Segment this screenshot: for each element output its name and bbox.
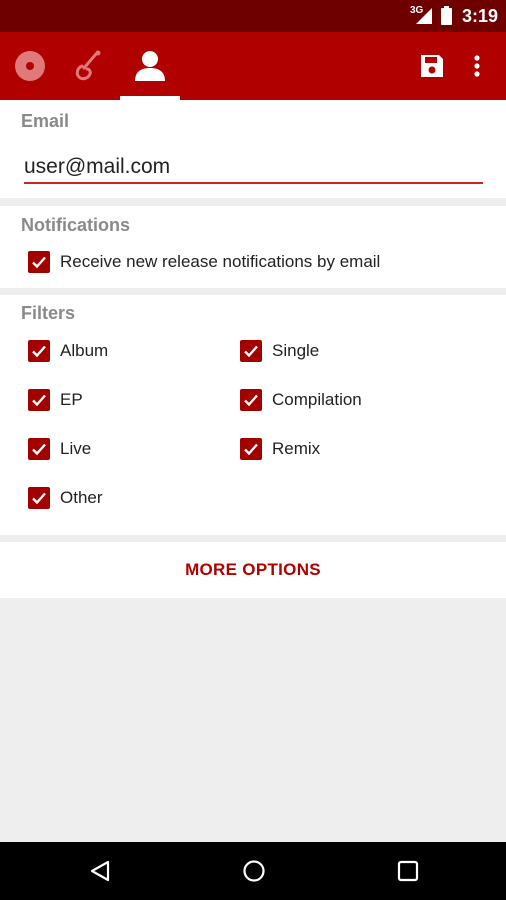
filter-live-checkbox[interactable]	[28, 438, 50, 460]
filter-ep[interactable]: EP	[28, 388, 83, 412]
checkmark-icon	[32, 256, 46, 269]
filter-remix-label: Remix	[272, 439, 321, 458]
filters-section-label: Filters	[21, 303, 76, 323]
filter-album-checkbox[interactable]	[28, 340, 50, 362]
disc-icon	[15, 51, 45, 81]
filters-card: Filters Album Single EP Compilation Live	[0, 295, 506, 535]
filter-other-checkbox[interactable]	[28, 487, 50, 509]
checkmark-icon	[244, 345, 258, 358]
battery-icon	[441, 6, 452, 25]
status-bar: 3G 3:19	[0, 0, 506, 32]
save-button[interactable]	[416, 50, 448, 82]
filter-other-label: Other	[60, 488, 103, 507]
notifications-section-label: Notifications	[21, 215, 131, 235]
person-icon	[135, 51, 165, 81]
filter-compilation-label: Compilation	[272, 390, 362, 409]
status-time: 3:19	[462, 6, 499, 26]
release-notifications-label: Receive new release notifications by ema…	[60, 252, 381, 271]
filter-single[interactable]: Single	[240, 339, 319, 363]
filter-album-label: Album	[60, 341, 109, 360]
tab-releases[interactable]	[0, 32, 60, 100]
tab-artists[interactable]	[58, 32, 118, 100]
checkmark-icon	[32, 345, 46, 358]
email-field[interactable]	[24, 152, 483, 184]
filter-remix[interactable]: Remix	[240, 437, 320, 461]
home-button[interactable]	[240, 857, 268, 885]
email-card: Email	[0, 100, 506, 198]
filter-compilation[interactable]: Compilation	[240, 388, 362, 412]
filter-compilation-checkbox[interactable]	[240, 389, 262, 411]
filter-ep-checkbox[interactable]	[28, 389, 50, 411]
checkmark-icon	[32, 443, 46, 456]
save-icon	[421, 55, 443, 77]
recents-icon	[397, 860, 419, 882]
tab-account[interactable]	[120, 32, 180, 100]
navigation-bar	[0, 842, 506, 900]
home-icon	[243, 860, 265, 882]
release-notifications-option[interactable]: Receive new release notifications by ema…	[28, 250, 380, 274]
app-bar	[0, 32, 506, 100]
signal-icon	[416, 8, 432, 24]
filter-single-checkbox[interactable]	[240, 340, 262, 362]
filter-album[interactable]: Album	[28, 339, 108, 363]
back-button[interactable]	[86, 857, 114, 885]
overflow-menu-icon	[474, 55, 480, 77]
email-section-label: Email	[21, 111, 70, 131]
checkmark-icon	[244, 443, 258, 456]
guitar-icon	[75, 50, 101, 81]
filter-remix-checkbox[interactable]	[240, 438, 262, 460]
recents-button[interactable]	[394, 857, 422, 885]
filter-other[interactable]: Other	[28, 486, 103, 510]
filter-single-label: Single	[272, 341, 320, 360]
back-icon	[90, 860, 110, 882]
filter-live[interactable]: Live	[28, 437, 91, 461]
checkmark-icon	[32, 492, 46, 505]
notifications-card: Notifications Receive new release notifi…	[0, 206, 506, 288]
checkmark-icon	[244, 394, 258, 407]
filter-ep-label: EP	[60, 390, 83, 409]
release-notifications-checkbox[interactable]	[28, 251, 50, 273]
checkmark-icon	[32, 394, 46, 407]
more-options-button[interactable]: MORE OPTIONS	[0, 542, 506, 598]
filter-live-label: Live	[60, 439, 92, 458]
overflow-menu-button[interactable]	[461, 50, 493, 82]
